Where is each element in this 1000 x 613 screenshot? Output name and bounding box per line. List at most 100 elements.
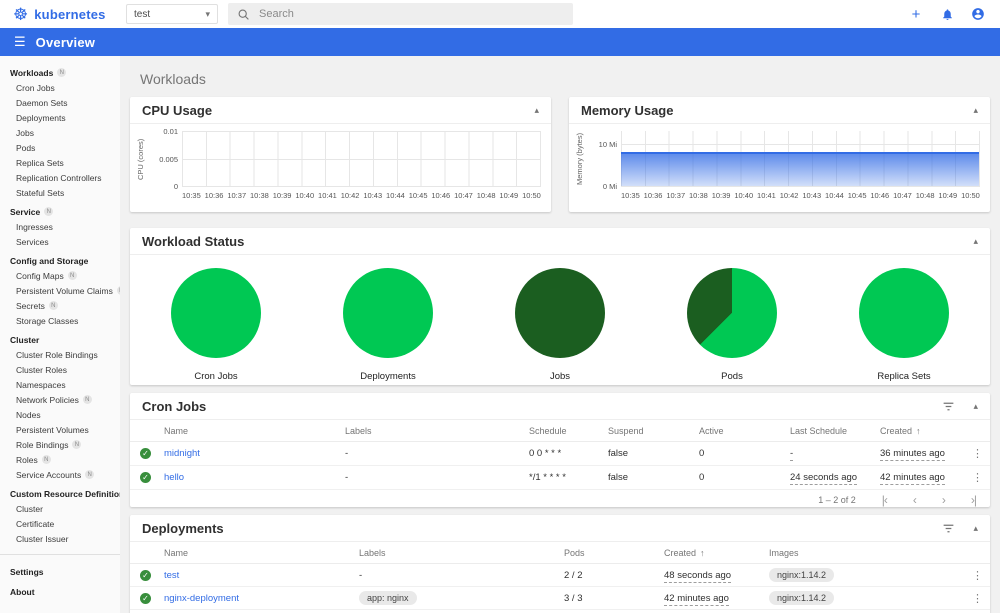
cell-created: 42 minutes ago	[880, 472, 945, 485]
sidebar-item[interactable]: Cluster Issuer	[0, 531, 120, 546]
column-header-created[interactable]: Created ↑	[880, 426, 972, 436]
sidebar-item[interactable]: Deployments	[0, 110, 120, 125]
cell-pods: 2 / 2	[564, 569, 583, 581]
cell-labels: app: nginx	[359, 591, 417, 605]
pie-chart[interactable]	[859, 268, 949, 358]
sidebar-item[interactable]: Cluster Role Bindings	[0, 347, 120, 362]
collapse-icon[interactable]: ▴	[973, 236, 978, 247]
brand-logo[interactable]: ☸ kubernetes	[0, 6, 120, 23]
sidebar-item[interactable]: Cluster Roles	[0, 362, 120, 377]
workload-pie: Jobs	[474, 268, 646, 382]
sidebar-item[interactable]: Secrets N	[0, 298, 120, 313]
sidebar-item[interactable]: Role Bindings N	[0, 437, 120, 452]
status-ok-icon: ✓	[140, 569, 151, 581]
sidebar-item-label: Cron Jobs	[16, 82, 55, 93]
sidebar-item[interactable]: Custom Resource Definitions	[0, 486, 120, 501]
namespaced-badge: N	[72, 440, 82, 449]
pie-chart[interactable]	[515, 268, 605, 358]
pie-chart[interactable]	[171, 268, 261, 358]
filter-icon[interactable]	[942, 401, 955, 412]
sidebar-item[interactable]: Cluster	[0, 332, 120, 347]
x-tick-label: 10:50	[522, 191, 541, 200]
create-resource-button[interactable]: +	[908, 6, 924, 22]
sidebar-item[interactable]: Nodes	[0, 407, 120, 422]
namespace-select[interactable]: test ▾	[126, 4, 218, 24]
sidebar-item-label: Secrets	[16, 300, 45, 311]
cell-schedule: 0 0 * * *	[529, 448, 562, 459]
sidebar-item[interactable]: Certificate	[0, 516, 120, 531]
pie-chart[interactable]	[687, 268, 777, 358]
row-menu-button[interactable]: ⋮	[972, 447, 983, 460]
row-menu-button[interactable]: ⋮	[972, 569, 983, 582]
sidebar-item[interactable]: Namespaces	[0, 377, 120, 392]
sidebar-item[interactable]: Network Policies N	[0, 392, 120, 407]
column-header-schedule: Schedule	[529, 425, 567, 436]
last-page-button[interactable]: ›|	[971, 494, 977, 506]
collapse-icon[interactable]: ▴	[973, 401, 978, 412]
sidebar-item[interactable]: Persistent Volume Claims N	[0, 283, 120, 298]
search-icon	[237, 8, 250, 21]
x-tick-label: 10:41	[318, 191, 337, 200]
sidebar-item[interactable]: Jobs	[0, 125, 120, 140]
column-header-name[interactable]: Name	[164, 548, 359, 558]
sidebar-item-label: Cluster Issuer	[16, 533, 69, 544]
memory-plot-area[interactable]	[621, 131, 980, 187]
kubernetes-logo-icon: ☸	[13, 4, 29, 24]
sidebar-item[interactable]: Settings	[0, 562, 120, 582]
y-tick-label: 10 Mi	[598, 140, 617, 149]
cell-created: 42 minutes ago	[664, 592, 729, 606]
namespaced-badge: N	[85, 470, 95, 479]
sidebar-item[interactable]: Replica Sets	[0, 155, 120, 170]
x-axis-ticks: 10:35 10:36 10:37 10:38 10:39 10:40 10:41 10:42…	[621, 191, 980, 200]
account-button[interactable]	[970, 6, 986, 22]
filter-icon[interactable]	[942, 523, 955, 534]
resource-name-link[interactable]: hello	[164, 472, 345, 483]
sidebar-item[interactable]: Config and Storage	[0, 253, 120, 268]
resource-name-link[interactable]: midnight	[164, 448, 345, 459]
pie-chart[interactable]	[343, 268, 433, 358]
sidebar-item[interactable]: Service Accounts N	[0, 467, 120, 482]
collapse-icon[interactable]: ▴	[534, 105, 539, 116]
y-tick-label: 0 Mi	[602, 182, 617, 191]
sidebar-item[interactable]: Replication Controllers	[0, 170, 120, 185]
sidebar-item[interactable]: Pods	[0, 140, 120, 155]
sidebar-item[interactable]: Stateful Sets	[0, 185, 120, 200]
pagination-range: 1 – 2 of 2	[818, 494, 856, 505]
plus-icon: +	[911, 5, 921, 23]
pie-label: Pods	[721, 371, 743, 382]
namespaced-badge: N	[41, 455, 51, 464]
column-header-name[interactable]: Name	[164, 426, 345, 436]
collapse-icon[interactable]: ▴	[973, 105, 978, 116]
workload-status-header: Workload Status ▴	[130, 228, 990, 255]
previous-page-button[interactable]: ‹	[913, 494, 917, 506]
sidebar-item[interactable]: Config Maps N	[0, 268, 120, 283]
menu-icon[interactable]: ☰	[0, 34, 36, 50]
first-page-button[interactable]: |‹	[882, 494, 888, 506]
sidebar-item[interactable]: Cluster	[0, 501, 120, 516]
search-bar[interactable]	[228, 3, 573, 25]
sidebar-item[interactable]: Daemon Sets	[0, 95, 120, 110]
next-page-button[interactable]: ›	[942, 494, 946, 506]
sidebar-item[interactable]: Services	[0, 234, 120, 249]
sidebar-item[interactable]	[0, 554, 120, 555]
sidebar-item[interactable]: About	[0, 582, 120, 602]
row-menu-button[interactable]: ⋮	[972, 471, 983, 484]
x-tick-label: 10:42	[340, 191, 360, 200]
sidebar-item[interactable]: Service N	[0, 204, 120, 219]
resource-name-link[interactable]: nginx-deployment	[164, 593, 359, 604]
sidebar-item[interactable]: Cron Jobs	[0, 80, 120, 95]
deployments-card: Deployments ▴ Name Labels Pods Created ↑…	[130, 515, 990, 613]
collapse-icon[interactable]: ▴	[973, 523, 978, 534]
sidebar-item[interactable]: Roles N	[0, 452, 120, 467]
sidebar-item[interactable]: Ingresses	[0, 219, 120, 234]
row-menu-button[interactable]: ⋮	[972, 592, 983, 605]
notifications-button[interactable]	[939, 6, 955, 22]
search-input[interactable]	[259, 8, 564, 20]
cpu-plot-area[interactable]	[182, 131, 541, 187]
column-header-last-schedule: Last Schedule	[790, 425, 848, 436]
column-header-created[interactable]: Created ↑	[664, 548, 769, 558]
sidebar-item[interactable]: Workloads N	[0, 65, 120, 80]
resource-name-link[interactable]: test	[164, 570, 359, 581]
sidebar-item[interactable]: Persistent Volumes	[0, 422, 120, 437]
sidebar-item[interactable]: Storage Classes	[0, 313, 120, 328]
